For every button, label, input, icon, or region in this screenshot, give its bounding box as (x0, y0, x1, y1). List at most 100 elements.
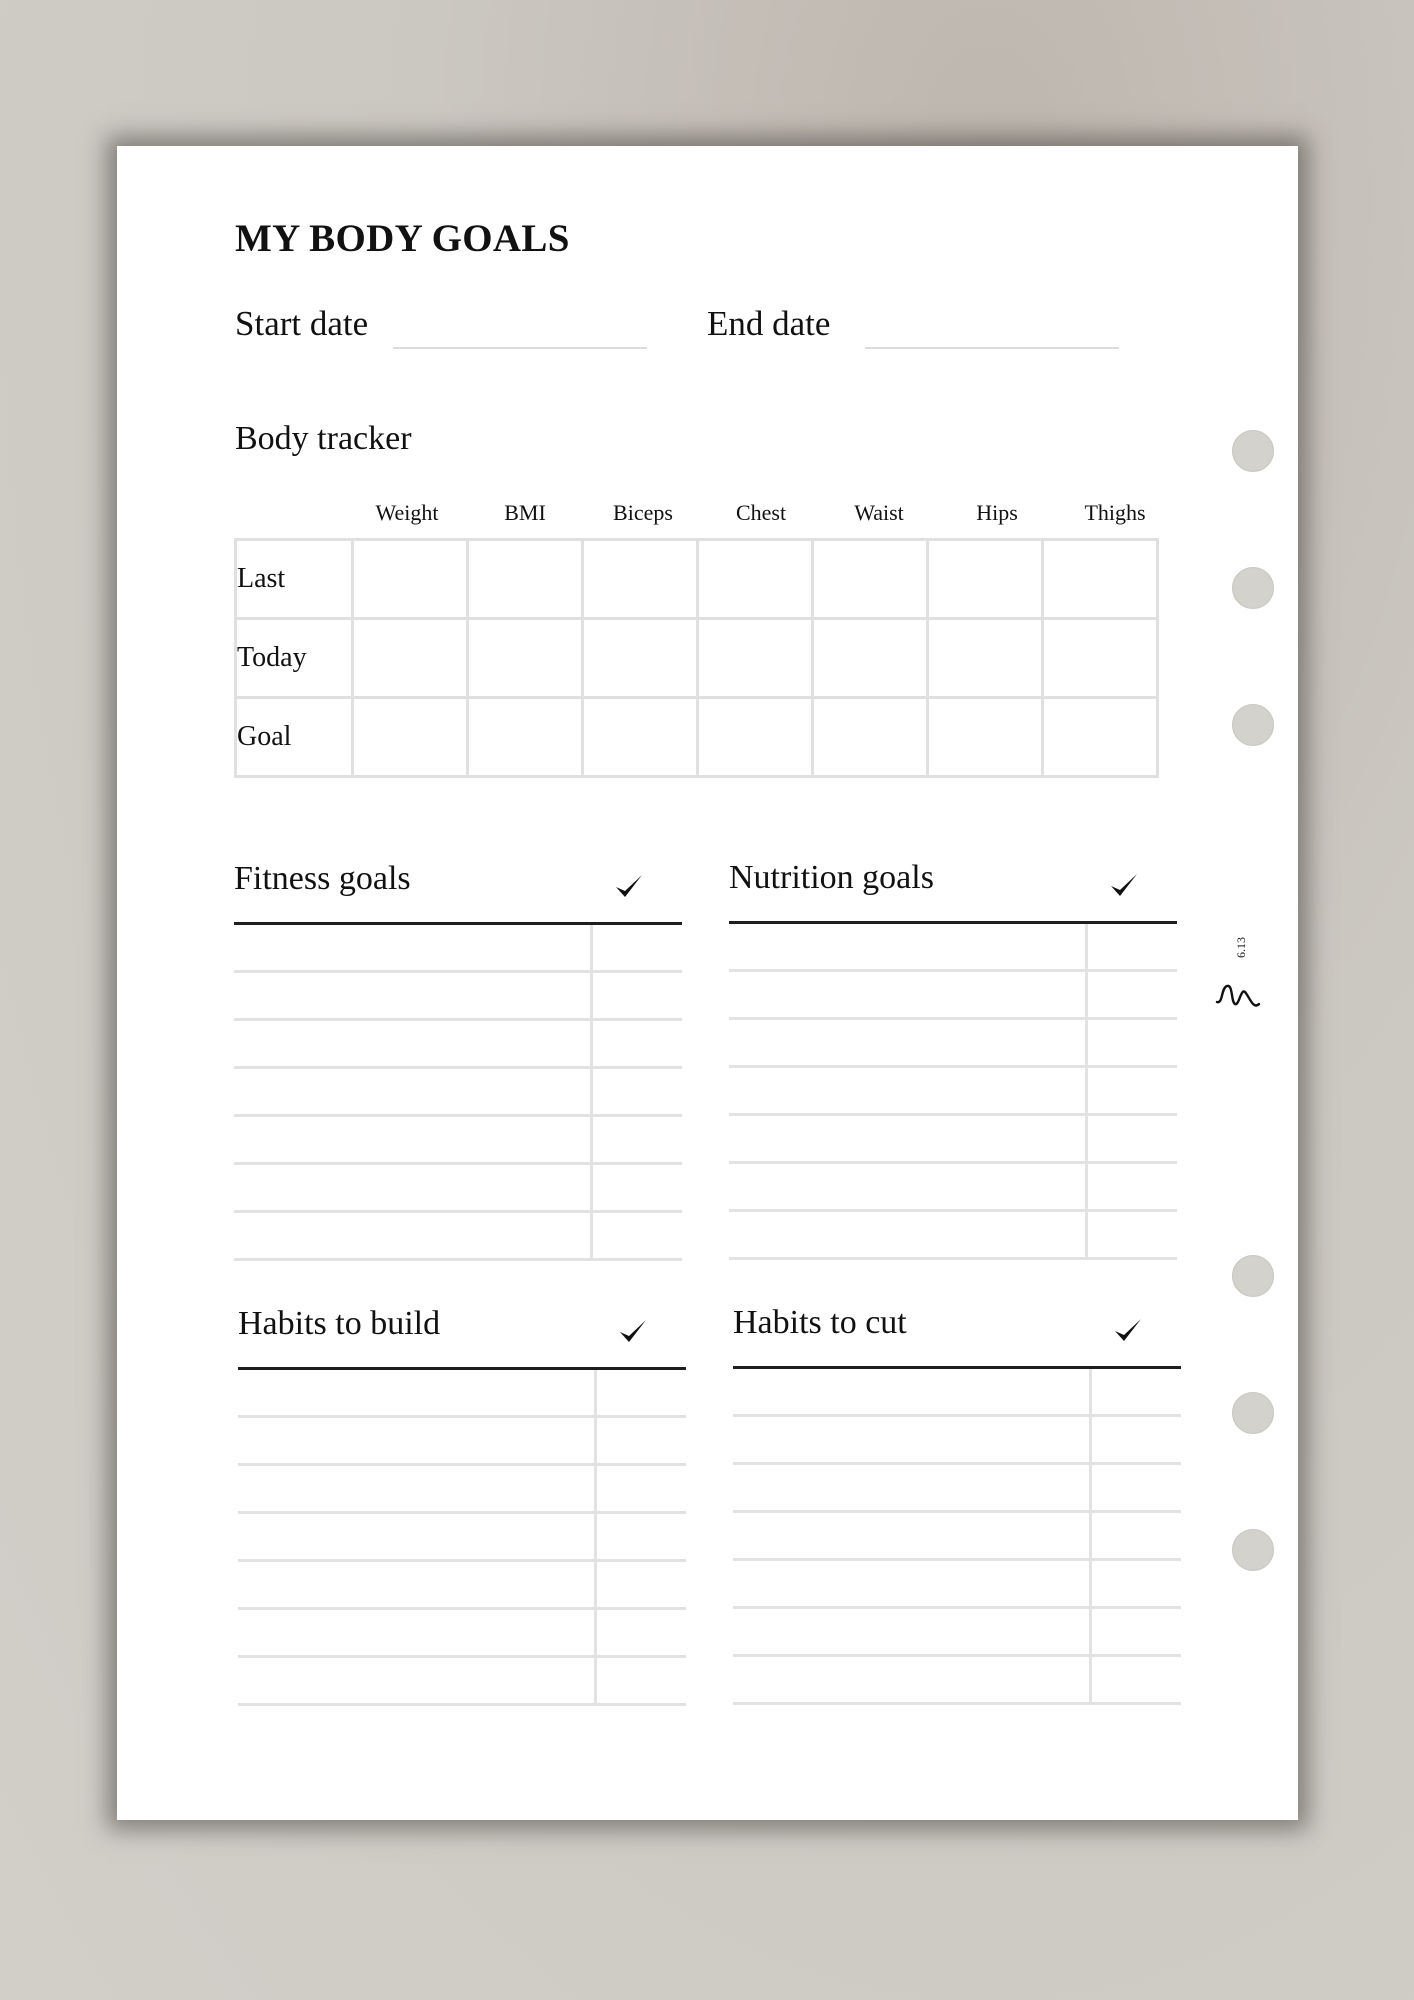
end-date-label: End date (707, 304, 831, 343)
goal-line[interactable] (234, 1069, 682, 1117)
goal-line[interactable] (729, 1212, 1177, 1260)
page-title: MY BODY GOALS (235, 217, 570, 260)
goal-line[interactable] (729, 1116, 1177, 1164)
section-heading: Fitness goals (234, 860, 411, 897)
goal-line[interactable] (234, 1117, 682, 1165)
checkmark-icon (620, 1320, 646, 1342)
section-header: Nutrition goals (729, 859, 1177, 924)
binder-hole (1232, 567, 1274, 609)
goal-line[interactable] (733, 1657, 1181, 1705)
check-column-divider (594, 1370, 597, 1706)
check-column-divider (590, 925, 593, 1261)
start-date-field[interactable] (393, 347, 647, 349)
table-cell[interactable] (466, 617, 584, 699)
goal-line[interactable] (238, 1562, 686, 1610)
start-date-label: Start date (235, 304, 369, 343)
table-cell[interactable] (581, 696, 699, 778)
body-tracker-heading: Body tracker (235, 420, 412, 457)
end-date-field[interactable] (865, 347, 1119, 349)
table-cell[interactable] (926, 617, 1044, 699)
table-cell[interactable] (351, 696, 469, 778)
row-label: Today (234, 617, 354, 699)
goal-line[interactable] (729, 1068, 1177, 1116)
table-cell[interactable] (811, 538, 929, 620)
page-code: 6.13 (1234, 937, 1248, 958)
goal-line[interactable] (238, 1466, 686, 1514)
goal-line[interactable] (729, 972, 1177, 1020)
binder-hole (1232, 1255, 1274, 1297)
goal-line[interactable] (234, 1165, 682, 1213)
checkmark-icon (616, 875, 642, 897)
goal-line[interactable] (729, 924, 1177, 972)
table-row-last: Last (234, 538, 1159, 620)
table-cell[interactable] (926, 696, 1044, 778)
goal-line[interactable] (733, 1513, 1181, 1561)
table-cell[interactable] (696, 696, 814, 778)
column-header-hips: Hips (976, 500, 1018, 525)
table-cell[interactable] (1041, 538, 1159, 620)
row-label: Last (234, 538, 354, 620)
goal-line[interactable] (733, 1417, 1181, 1465)
table-cell[interactable] (351, 538, 469, 620)
binder-hole (1232, 1529, 1274, 1571)
table-cell[interactable] (1041, 617, 1159, 699)
goal-line[interactable] (729, 1164, 1177, 1212)
column-header-bmi: BMI (504, 500, 546, 525)
goal-line[interactable] (733, 1609, 1181, 1657)
table-row-today: Today (234, 617, 1159, 699)
table-cell[interactable] (811, 696, 929, 778)
table-cell[interactable] (581, 617, 699, 699)
goal-line[interactable] (238, 1370, 686, 1418)
binder-hole (1232, 1392, 1274, 1434)
goal-lines (729, 924, 1177, 1260)
table-cell[interactable] (926, 538, 1044, 620)
table-cell[interactable] (351, 617, 469, 699)
brand-logo: 6.13 (1207, 937, 1267, 1018)
section-header: Habits to cut (733, 1304, 1181, 1369)
table-row-goal: Goal (234, 696, 1159, 778)
goal-lines (238, 1370, 686, 1706)
section-heading: Habits to build (238, 1305, 441, 1342)
table-cell[interactable] (1041, 696, 1159, 778)
column-header-waist: Waist (854, 500, 904, 525)
section-header: Fitness goals (234, 860, 682, 925)
goal-line[interactable] (733, 1465, 1181, 1513)
goal-line[interactable] (234, 973, 682, 1021)
table-cell[interactable] (581, 538, 699, 620)
section-heading: Nutrition goals (729, 859, 934, 896)
goal-line[interactable] (234, 925, 682, 973)
goal-line[interactable] (234, 1021, 682, 1069)
check-column-divider (1085, 924, 1088, 1260)
column-header-chest: Chest (735, 500, 787, 525)
table-cell[interactable] (811, 617, 929, 699)
binder-hole (1232, 430, 1274, 472)
goal-line[interactable] (234, 1213, 682, 1261)
fitness-goals-section: Fitness goals (234, 860, 682, 1261)
table-cell[interactable] (466, 538, 584, 620)
goal-line[interactable] (238, 1658, 686, 1706)
goal-lines (733, 1369, 1181, 1705)
goal-line[interactable] (238, 1418, 686, 1466)
column-header-thighs: Thighs (1084, 500, 1146, 525)
checkmark-icon (1111, 874, 1137, 896)
table-cell[interactable] (466, 696, 584, 778)
column-header-weight: Weight (375, 500, 439, 525)
column-header-biceps: Biceps (613, 500, 673, 525)
goal-line[interactable] (729, 1020, 1177, 1068)
section-header: Habits to build (238, 1305, 686, 1370)
section-heading: Habits to cut (733, 1304, 907, 1341)
checkmark-icon (1115, 1319, 1141, 1341)
body-tracker-table: Last Today Goal (234, 538, 1159, 778)
nutrition-goals-section: Nutrition goals (729, 859, 1177, 1260)
goal-line[interactable] (238, 1514, 686, 1562)
binder-hole (1232, 704, 1274, 746)
goal-line[interactable] (238, 1610, 686, 1658)
habits-to-build-section: Habits to build (238, 1305, 686, 1706)
table-cell[interactable] (696, 617, 814, 699)
check-column-divider (1089, 1369, 1092, 1705)
table-cell[interactable] (696, 538, 814, 620)
goal-line[interactable] (733, 1369, 1181, 1417)
goal-line[interactable] (733, 1561, 1181, 1609)
row-label: Goal (234, 696, 354, 778)
planner-page: MY BODY GOALS Start date End date Body t… (117, 146, 1298, 1820)
